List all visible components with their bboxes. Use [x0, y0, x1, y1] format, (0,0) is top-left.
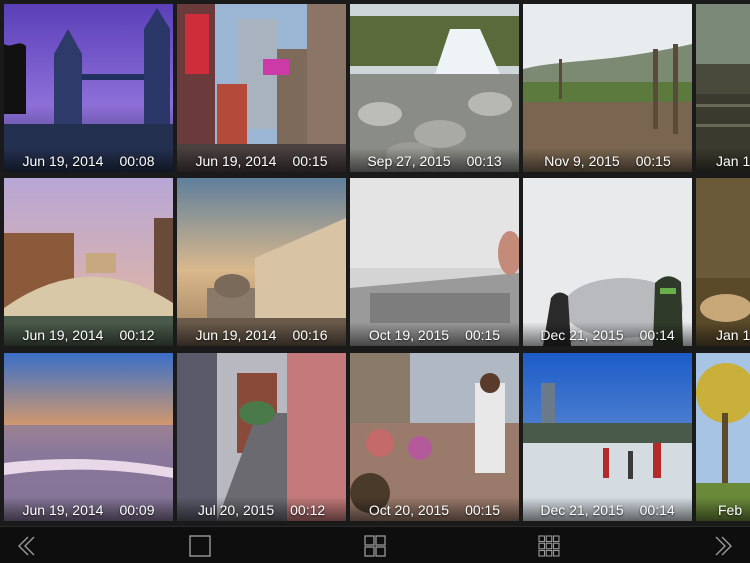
date-label: Jul 20, 2015 — [197, 502, 275, 518]
thumbnail-image — [696, 353, 750, 521]
thumbnail-image — [177, 178, 346, 346]
chevron-right-icon — [715, 536, 732, 555]
date-label: Nov 9, 2015 — [544, 153, 620, 169]
video-thumbnail[interactable]: Nov 9, 2015 00:15 — [523, 4, 692, 172]
video-thumbnail[interactable]: Jun 19, 2014 00:15 — [177, 4, 346, 172]
date-label: Jan 1 — [716, 153, 750, 169]
chevron-left-icon — [18, 536, 35, 555]
thumbnail-image — [350, 178, 519, 346]
thumbnail-caption: Feb — [696, 497, 750, 521]
date-label: Jun 19, 2014 — [195, 327, 277, 343]
date-label: Jun 19, 2014 — [22, 153, 104, 169]
video-thumbnail[interactable]: Dec 21, 2015 00:14 — [523, 178, 692, 346]
thumbnail-image — [177, 4, 346, 172]
date-label: Dec 21, 2015 — [540, 502, 624, 518]
thumbnail-image — [523, 4, 692, 172]
thumbnail-image — [523, 178, 692, 346]
thumbnail-caption: Jul 20, 2015 00:12 — [177, 497, 346, 521]
single-view-button[interactable] — [178, 527, 222, 563]
date-label: Oct 20, 2015 — [368, 502, 450, 518]
duration-label: 00:14 — [639, 502, 675, 518]
thumbnail-caption: Jun 19, 2014 00:15 — [177, 148, 346, 172]
grid-2x2-button[interactable] — [353, 527, 397, 563]
grid-3x3-icon — [538, 534, 560, 557]
previous-button[interactable] — [4, 527, 48, 563]
grid-2x2-icon — [364, 534, 386, 557]
video-thumbnail[interactable]: Sep 27, 2015 00:13 — [350, 4, 519, 172]
video-thumbnail[interactable]: Jul 20, 2015 00:12 — [177, 353, 346, 521]
thumbnail-caption: Oct 20, 2015 00:15 — [350, 497, 519, 521]
video-thumbnail[interactable]: Feb — [696, 353, 750, 521]
date-label: Oct 19, 2015 — [368, 327, 450, 343]
thumbnail-caption: Dec 21, 2015 00:14 — [523, 497, 692, 521]
date-label: Jan 1 — [716, 327, 750, 343]
date-label: Jun 19, 2014 — [22, 502, 104, 518]
date-label: Sep 27, 2015 — [367, 153, 451, 169]
thumbnail-image — [350, 353, 519, 521]
thumbnail-caption: Jun 19, 2014 00:09 — [4, 497, 173, 521]
thumbnail-caption: Jun 19, 2014 00:16 — [177, 322, 346, 346]
thumbnail-caption: Jan 1 — [696, 148, 750, 172]
thumbnail-image — [350, 4, 519, 172]
duration-label: 00:15 — [292, 153, 328, 169]
bottom-toolbar — [0, 526, 750, 563]
grid-3x3-button[interactable] — [527, 527, 571, 563]
video-thumbnail[interactable]: Jun 19, 2014 00:16 — [177, 178, 346, 346]
thumbnail-image — [177, 353, 346, 521]
duration-label: 00:14 — [639, 327, 675, 343]
thumbnail-caption: Oct 19, 2015 00:15 — [350, 322, 519, 346]
thumbnail-image — [696, 4, 750, 172]
thumbnail-caption: Sep 27, 2015 00:13 — [350, 148, 519, 172]
video-thumbnail[interactable]: Oct 20, 2015 00:15 — [350, 353, 519, 521]
duration-label: 00:12 — [290, 502, 326, 518]
duration-label: 00:13 — [466, 153, 502, 169]
duration-label: 00:15 — [635, 153, 671, 169]
thumbnail-image — [696, 178, 750, 346]
single-view-icon — [189, 534, 211, 557]
next-button[interactable] — [702, 527, 746, 563]
duration-label: 00:16 — [292, 327, 328, 343]
video-thumbnail[interactable]: Dec 21, 2015 00:14 — [523, 353, 692, 521]
video-thumbnail[interactable]: Jun 19, 2014 00:09 — [4, 353, 173, 521]
thumbnail-caption: Dec 21, 2015 00:14 — [523, 322, 692, 346]
video-thumbnail[interactable]: Jun 19, 2014 00:08 — [4, 4, 173, 172]
thumbnail-grid: Jun 19, 2014 00:08 Jun 19, 2014 00:15 Sep — [0, 0, 750, 526]
thumbnail-image — [4, 4, 173, 172]
date-label: Feb — [718, 502, 743, 518]
duration-label: 00:15 — [465, 502, 501, 518]
video-thumbnail[interactable]: Jan 1 — [696, 4, 750, 172]
video-thumbnail[interactable]: Jan 1 — [696, 178, 750, 346]
duration-label: 00:09 — [119, 502, 155, 518]
thumbnail-caption: Jan 1 — [696, 322, 750, 346]
thumbnail-image — [523, 353, 692, 521]
duration-label: 00:12 — [119, 327, 155, 343]
duration-label: 00:08 — [119, 153, 155, 169]
thumbnail-image — [4, 178, 173, 346]
date-label: Jun 19, 2014 — [22, 327, 104, 343]
video-thumbnail[interactable]: Oct 19, 2015 00:15 — [350, 178, 519, 346]
thumbnail-image — [4, 353, 173, 521]
thumbnail-caption: Jun 19, 2014 00:12 — [4, 322, 173, 346]
thumbnail-caption: Nov 9, 2015 00:15 — [523, 148, 692, 172]
duration-label: 00:15 — [465, 327, 501, 343]
thumbnail-caption: Jun 19, 2014 00:08 — [4, 148, 173, 172]
video-thumbnail[interactable]: Jun 19, 2014 00:12 — [4, 178, 173, 346]
date-label: Dec 21, 2015 — [540, 327, 624, 343]
date-label: Jun 19, 2014 — [195, 153, 277, 169]
